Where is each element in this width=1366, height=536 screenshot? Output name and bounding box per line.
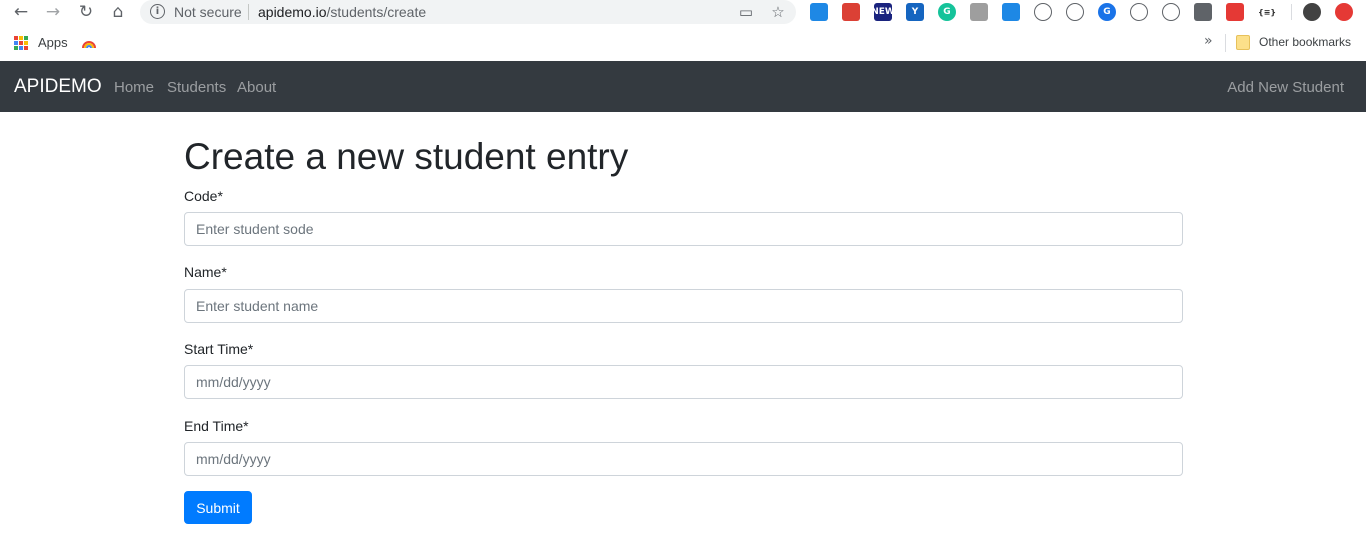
grammarly-icon[interactable]: G: [938, 3, 956, 21]
reload-icon[interactable]: ↻: [75, 1, 97, 23]
nav-link-home[interactable]: Home: [114, 79, 154, 96]
bookmark-apps[interactable]: Apps: [38, 35, 68, 50]
g-circle-icon[interactable]: G: [1098, 3, 1116, 21]
folder-icon[interactable]: [1236, 35, 1250, 50]
avatar-icon[interactable]: [1303, 3, 1321, 21]
bookmarks-divider: [1225, 34, 1226, 52]
browser-toolbar: ← → ↻ ⌂ i Not secure apidemo.io/students…: [0, 0, 1366, 25]
json-icon[interactable]: {≡}: [1258, 3, 1276, 21]
home-icon[interactable]: ⌂: [107, 1, 129, 23]
name-input[interactable]: [184, 289, 1183, 323]
start-time-input[interactable]: [184, 365, 1183, 399]
end-time-input[interactable]: [184, 442, 1183, 476]
rainbow-bookmark-icon[interactable]: [81, 35, 97, 49]
map-pin-icon[interactable]: [1194, 3, 1212, 21]
code-input[interactable]: [184, 212, 1183, 246]
name-label: Name*: [184, 264, 227, 280]
end-time-label: End Time*: [184, 418, 249, 434]
navbar-brand[interactable]: APIDEMO: [14, 76, 102, 98]
apps-grid-icon[interactable]: [14, 36, 28, 50]
shield-check-icon[interactable]: [1002, 3, 1020, 21]
c-clock-icon[interactable]: [1162, 3, 1180, 21]
back-arrow-icon[interactable]: ←: [10, 1, 32, 23]
url-host: apidemo.io: [258, 4, 327, 20]
submit-button[interactable]: Submit: [184, 491, 252, 524]
toolbar-divider: [1291, 4, 1292, 20]
nav-link-add-new-student[interactable]: Add New Student: [1227, 79, 1344, 96]
code-brackets-icon[interactable]: [1130, 3, 1148, 21]
bookmark-star-icon[interactable]: ☆: [768, 2, 788, 22]
url-path: /students/create: [326, 4, 427, 20]
y-check-icon[interactable]: Y: [906, 3, 924, 21]
lightning-icon[interactable]: [1034, 3, 1052, 21]
cast-icon[interactable]: ▭: [736, 2, 756, 22]
bookmarks-bar: Apps » Other bookmarks: [0, 25, 1366, 61]
site-navbar: APIDEMO Home Students About Add New Stud…: [0, 61, 1366, 112]
history-icon[interactable]: [1066, 3, 1084, 21]
address-bar[interactable]: i Not secure apidemo.io/students/create …: [140, 0, 796, 24]
security-status[interactable]: Not secure: [174, 4, 242, 20]
other-bookmarks[interactable]: Other bookmarks: [1259, 35, 1351, 49]
page-title: Create a new student entry: [184, 136, 629, 177]
profile-ext-icon[interactable]: [970, 3, 988, 21]
news-icon[interactable]: NEW: [874, 3, 892, 21]
bookmarks-overflow-icon[interactable]: »: [1204, 33, 1213, 49]
url-text[interactable]: apidemo.io/students/create: [258, 4, 426, 20]
info-icon[interactable]: i: [150, 4, 165, 19]
todoist-icon[interactable]: [842, 3, 860, 21]
nav-link-about[interactable]: About: [237, 79, 276, 96]
ext-blue-square-icon[interactable]: [810, 3, 828, 21]
forward-arrow-icon[interactable]: →: [42, 1, 64, 23]
code-label: Code*: [184, 188, 223, 204]
start-time-label: Start Time*: [184, 341, 254, 357]
address-divider: [248, 4, 249, 20]
nav-link-students[interactable]: Students: [167, 79, 226, 96]
student-form: Create a new student entry Code* Name* S…: [184, 112, 1184, 536]
color-grid-icon[interactable]: [1226, 3, 1244, 21]
update-arrow-icon[interactable]: [1335, 3, 1353, 21]
